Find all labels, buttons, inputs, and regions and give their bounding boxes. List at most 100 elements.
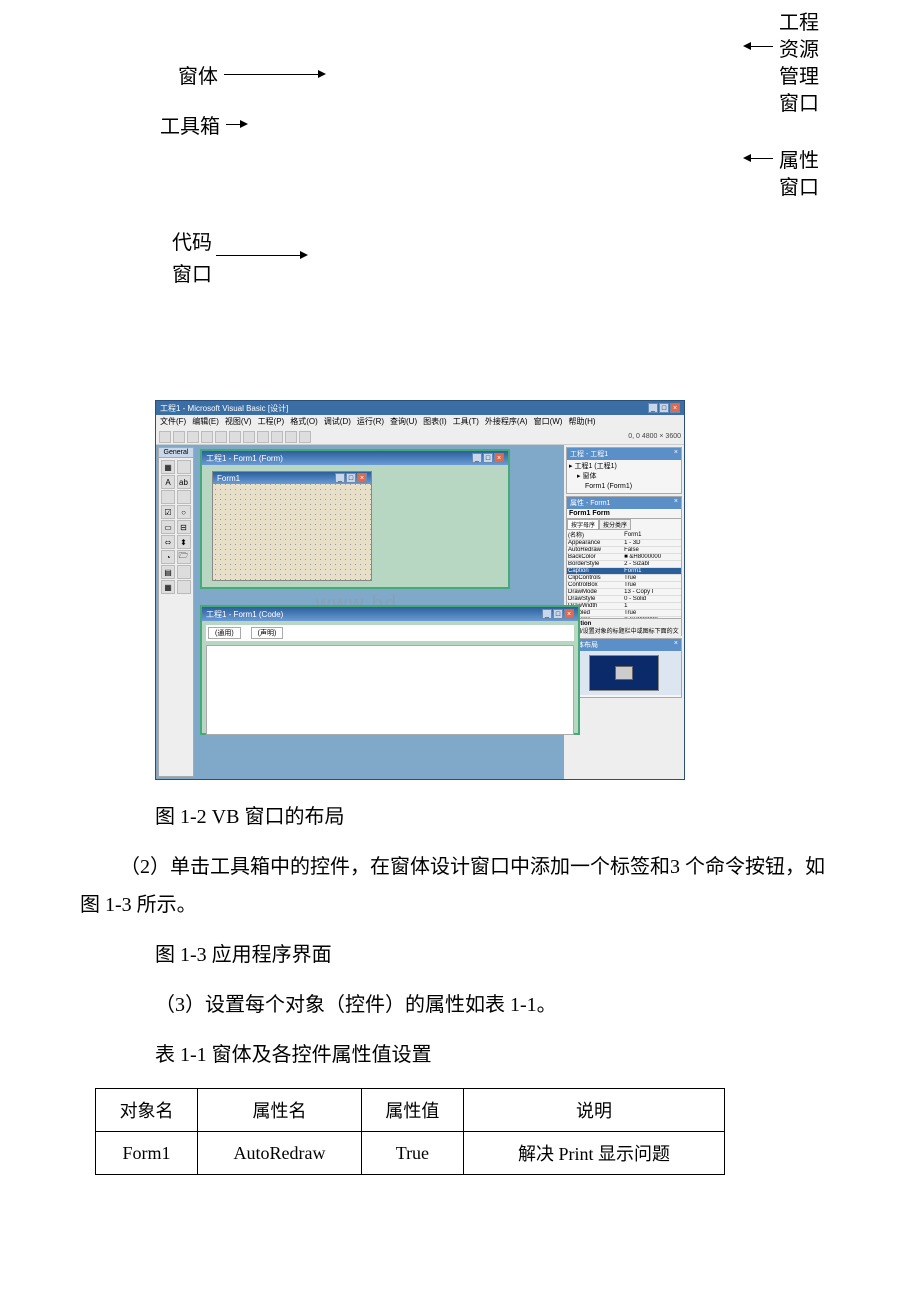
toolbox-tool[interactable] [177, 460, 191, 474]
toolbox-tool[interactable]: ▤ [161, 565, 175, 579]
mdi-area: 工程1 - Form1 (Form) _□× Form1 _□× www.bd … [196, 445, 564, 779]
toolbox-tool[interactable] [177, 565, 191, 579]
close-icon[interactable]: × [674, 640, 678, 650]
property-row[interactable]: BackColor■ &H8000000 [567, 554, 681, 561]
toolbox-tool[interactable] [177, 490, 191, 504]
property-row[interactable]: ControlBoxTrue [567, 582, 681, 589]
property-row[interactable]: DrawMode13 - Copy I [567, 589, 681, 596]
toolbox-tool[interactable] [177, 580, 191, 594]
menu-item[interactable]: 编辑(E) [192, 416, 219, 428]
code-proc-dropdown[interactable]: (声明) [251, 627, 284, 639]
close-icon[interactable]: × [674, 498, 678, 508]
property-row[interactable]: BorderStyle2 - Sizabl [567, 561, 681, 568]
maximize-icon[interactable]: □ [346, 473, 356, 483]
close-icon[interactable]: × [494, 453, 504, 463]
menu-item[interactable]: 图表(I) [423, 416, 447, 428]
main-titlebar: 工程1 - Microsoft Visual Basic [设计] _ □ × [156, 401, 684, 415]
property-row[interactable]: DrawStyle0 - Solid [567, 596, 681, 603]
minimize-icon[interactable]: _ [542, 609, 552, 619]
toolbar-button[interactable] [257, 431, 269, 443]
tab-alpha[interactable]: 按字母序 [567, 519, 599, 530]
toolbox-tool[interactable] [161, 490, 175, 504]
menu-item[interactable]: 运行(R) [357, 416, 384, 428]
arrow-icon [224, 74, 324, 75]
property-row[interactable]: EnabledTrue [567, 610, 681, 617]
property-row[interactable]: AutoRedrawFalse [567, 547, 681, 554]
coord-readout: 0, 0 4800 × 3600 [628, 433, 681, 440]
toolbox-tool[interactable]: ⊟ [177, 520, 191, 534]
diagram-annotations: 窗体 工具箱 代码 窗口 工程 资源 管理 窗口 属性 窗口 [0, 0, 920, 400]
toolbar-button[interactable] [159, 431, 171, 443]
menu-item[interactable]: 文件(F) [160, 416, 186, 428]
minimize-icon[interactable]: _ [335, 473, 345, 483]
toolbar-button[interactable] [271, 431, 283, 443]
toolbox-tool[interactable]: ◔ [161, 550, 175, 564]
toolbox-tool[interactable]: ▦ [161, 460, 175, 474]
screen-preview[interactable] [589, 655, 659, 691]
arrow-icon [226, 124, 246, 125]
code-object-dropdown[interactable]: (通用) [208, 627, 241, 639]
menu-item[interactable]: 外接程序(A) [485, 416, 528, 428]
tree-folder[interactable]: ▸ 窗体 [569, 472, 679, 482]
toolbar-button[interactable] [299, 431, 311, 443]
tab-category[interactable]: 按分类序 [599, 519, 631, 530]
code-title: 工程1 - Form1 (Code) [206, 609, 283, 620]
toolbar-button[interactable] [187, 431, 199, 443]
minimize-icon[interactable]: _ [472, 453, 482, 463]
code-window[interactable]: 工程1 - Form1 (Code) _□× (通用) (声明) [200, 605, 580, 735]
anno-toolbox-label: 工具箱 [160, 110, 220, 139]
toolbox-tool[interactable]: 🗁 [177, 550, 191, 564]
toolbox-tool[interactable]: ⬄ [161, 535, 175, 549]
table-header-row: 对象名 属性名 属性值 说明 [96, 1089, 725, 1132]
anno-code-line1: 代码 [172, 230, 212, 256]
toolbox-tool[interactable]: ○ [177, 505, 191, 519]
maximize-icon[interactable]: □ [553, 609, 563, 619]
menu-item[interactable]: 格式(O) [290, 416, 318, 428]
toolbar-button[interactable] [285, 431, 297, 443]
menu-item[interactable]: 查询(U) [390, 416, 417, 428]
property-row[interactable]: CaptionForm1 [567, 568, 681, 575]
toolbar-button[interactable] [243, 431, 255, 443]
toolbox-tool[interactable]: ▭ [161, 520, 175, 534]
tree-root[interactable]: ▸ 工程1 (工程1) [569, 462, 679, 472]
toolbar-button[interactable] [173, 431, 185, 443]
maximize-icon[interactable]: □ [659, 403, 669, 413]
form1-surface[interactable]: Form1 _□× [212, 471, 372, 581]
close-icon[interactable]: × [674, 449, 678, 459]
property-row[interactable]: ClipControlsTrue [567, 575, 681, 582]
properties-object[interactable]: Form1 Form [567, 509, 681, 519]
toolbar-button[interactable] [229, 431, 241, 443]
form-designer-window[interactable]: 工程1 - Form1 (Form) _□× Form1 _□× [200, 449, 510, 589]
toolbox-tool[interactable]: ▦ [161, 580, 175, 594]
property-row[interactable]: DrawWidth1 [567, 603, 681, 610]
code-editor-area[interactable] [206, 645, 574, 735]
toolbar-button[interactable] [215, 431, 227, 443]
toolbox-tool[interactable]: ab [177, 475, 191, 489]
toolbox-tool[interactable]: ☑ [161, 505, 175, 519]
property-row[interactable]: (名称)Form1 [567, 530, 681, 540]
close-icon[interactable]: × [357, 473, 367, 483]
property-row[interactable]: Appearance1 - 3D [567, 540, 681, 547]
properties-header: 属性 - Form1 [570, 498, 610, 508]
project-explorer-header: 工程 - 工程1 [570, 449, 608, 459]
close-icon[interactable]: × [564, 609, 574, 619]
menu-item[interactable]: 视图(V) [225, 416, 252, 428]
anno-properties-window: 属性 窗口 [745, 148, 819, 202]
menu-item[interactable]: 调试(D) [324, 416, 351, 428]
minimize-icon[interactable]: _ [648, 403, 658, 413]
menu-item[interactable]: 窗口(W) [534, 416, 563, 428]
document-body: 图 1-2 VB 窗口的布局 （2）单击工具箱中的控件，在窗体设计窗口中添加一个… [155, 798, 840, 1074]
close-icon[interactable]: × [670, 403, 680, 413]
maximize-icon[interactable]: □ [483, 453, 493, 463]
menu-item[interactable]: 工具(T) [453, 416, 479, 428]
arrow-icon [216, 255, 306, 256]
toolbox-tool[interactable]: ⬍ [177, 535, 191, 549]
form-preview[interactable] [615, 666, 633, 680]
menu-item[interactable]: 工程(P) [258, 416, 285, 428]
menu-item[interactable]: 帮助(H) [568, 416, 595, 428]
toolbox-tool[interactable]: A [161, 475, 175, 489]
tree-item[interactable]: Form1 (Form1) [569, 482, 679, 492]
toolbar-button[interactable] [201, 431, 213, 443]
th-prop: 属性名 [198, 1089, 362, 1132]
properties-panel: 属性 - Form1 × Form1 Form 按字母序 按分类序 (名称)For… [566, 496, 682, 636]
